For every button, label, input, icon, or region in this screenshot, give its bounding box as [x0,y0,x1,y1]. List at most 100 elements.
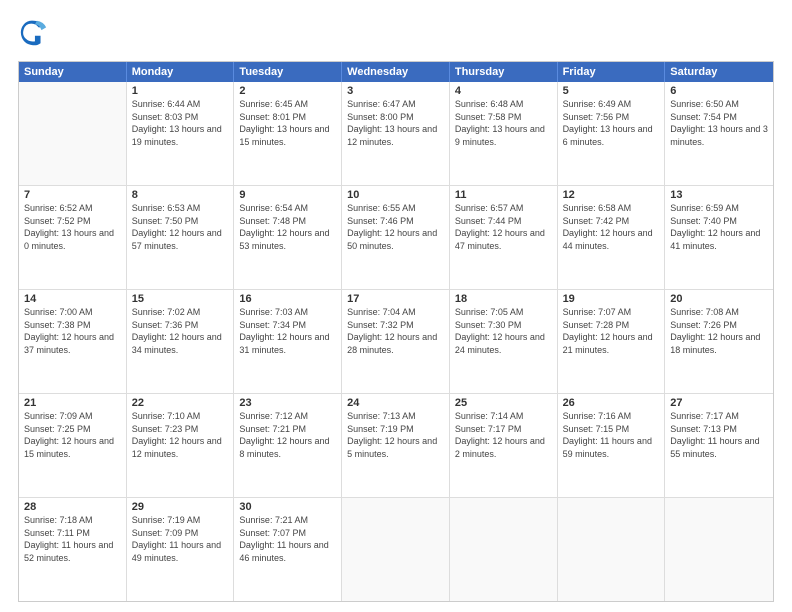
calendar-cell: 11Sunrise: 6:57 AMSunset: 7:44 PMDayligh… [450,186,558,289]
day-number: 23 [239,397,336,409]
day-number: 11 [455,189,552,201]
header-cell-saturday: Saturday [665,62,773,82]
calendar-cell: 6Sunrise: 6:50 AMSunset: 7:54 PMDaylight… [665,82,773,185]
day-number: 24 [347,397,444,409]
sun-info: Sunrise: 6:59 AMSunset: 7:40 PMDaylight:… [670,202,768,252]
day-number: 15 [132,293,229,305]
day-number: 9 [239,189,336,201]
calendar-cell [19,82,127,185]
sun-info: Sunrise: 7:16 AMSunset: 7:15 PMDaylight:… [563,410,660,460]
sun-info: Sunrise: 7:21 AMSunset: 7:07 PMDaylight:… [239,514,336,564]
calendar-cell: 1Sunrise: 6:44 AMSunset: 8:03 PMDaylight… [127,82,235,185]
calendar: SundayMondayTuesdayWednesdayThursdayFrid… [18,61,774,602]
calendar-cell: 23Sunrise: 7:12 AMSunset: 7:21 PMDayligh… [234,394,342,497]
calendar-cell: 25Sunrise: 7:14 AMSunset: 7:17 PMDayligh… [450,394,558,497]
day-number: 22 [132,397,229,409]
day-number: 28 [24,501,121,513]
day-number: 7 [24,189,121,201]
calendar-cell: 26Sunrise: 7:16 AMSunset: 7:15 PMDayligh… [558,394,666,497]
sun-info: Sunrise: 7:00 AMSunset: 7:38 PMDaylight:… [24,306,121,356]
day-number: 17 [347,293,444,305]
header-cell-sunday: Sunday [19,62,127,82]
day-number: 25 [455,397,552,409]
sun-info: Sunrise: 6:45 AMSunset: 8:01 PMDaylight:… [239,98,336,148]
day-number: 3 [347,85,444,97]
calendar-cell: 17Sunrise: 7:04 AMSunset: 7:32 PMDayligh… [342,290,450,393]
calendar-body: 1Sunrise: 6:44 AMSunset: 8:03 PMDaylight… [19,82,773,601]
day-number: 16 [239,293,336,305]
sun-info: Sunrise: 6:50 AMSunset: 7:54 PMDaylight:… [670,98,768,148]
day-number: 14 [24,293,121,305]
calendar-cell: 13Sunrise: 6:59 AMSunset: 7:40 PMDayligh… [665,186,773,289]
calendar-cell [665,498,773,601]
calendar-cell [558,498,666,601]
calendar-cell: 5Sunrise: 6:49 AMSunset: 7:56 PMDaylight… [558,82,666,185]
sun-info: Sunrise: 7:10 AMSunset: 7:23 PMDaylight:… [132,410,229,460]
calendar-cell: 8Sunrise: 6:53 AMSunset: 7:50 PMDaylight… [127,186,235,289]
sun-info: Sunrise: 6:48 AMSunset: 7:58 PMDaylight:… [455,98,552,148]
calendar-cell: 28Sunrise: 7:18 AMSunset: 7:11 PMDayligh… [19,498,127,601]
calendar-cell: 10Sunrise: 6:55 AMSunset: 7:46 PMDayligh… [342,186,450,289]
day-number: 8 [132,189,229,201]
sun-info: Sunrise: 7:05 AMSunset: 7:30 PMDaylight:… [455,306,552,356]
calendar-cell: 9Sunrise: 6:54 AMSunset: 7:48 PMDaylight… [234,186,342,289]
calendar-cell: 21Sunrise: 7:09 AMSunset: 7:25 PMDayligh… [19,394,127,497]
calendar-cell: 7Sunrise: 6:52 AMSunset: 7:52 PMDaylight… [19,186,127,289]
day-number: 6 [670,85,768,97]
header-cell-monday: Monday [127,62,235,82]
sun-info: Sunrise: 7:18 AMSunset: 7:11 PMDaylight:… [24,514,121,564]
day-number: 12 [563,189,660,201]
calendar-cell: 15Sunrise: 7:02 AMSunset: 7:36 PMDayligh… [127,290,235,393]
calendar-cell: 16Sunrise: 7:03 AMSunset: 7:34 PMDayligh… [234,290,342,393]
header-cell-wednesday: Wednesday [342,62,450,82]
calendar-header-row: SundayMondayTuesdayWednesdayThursdayFrid… [19,62,773,82]
header [18,18,774,51]
calendar-week-2: 7Sunrise: 6:52 AMSunset: 7:52 PMDaylight… [19,185,773,289]
sun-info: Sunrise: 7:17 AMSunset: 7:13 PMDaylight:… [670,410,768,460]
day-number: 10 [347,189,444,201]
day-number: 5 [563,85,660,97]
day-number: 2 [239,85,336,97]
day-number: 1 [132,85,229,97]
sun-info: Sunrise: 7:07 AMSunset: 7:28 PMDaylight:… [563,306,660,356]
calendar-cell: 27Sunrise: 7:17 AMSunset: 7:13 PMDayligh… [665,394,773,497]
sun-info: Sunrise: 7:14 AMSunset: 7:17 PMDaylight:… [455,410,552,460]
day-number: 13 [670,189,768,201]
calendar-cell: 18Sunrise: 7:05 AMSunset: 7:30 PMDayligh… [450,290,558,393]
sun-info: Sunrise: 7:08 AMSunset: 7:26 PMDaylight:… [670,306,768,356]
day-number: 27 [670,397,768,409]
day-number: 4 [455,85,552,97]
calendar-cell: 24Sunrise: 7:13 AMSunset: 7:19 PMDayligh… [342,394,450,497]
sun-info: Sunrise: 7:02 AMSunset: 7:36 PMDaylight:… [132,306,229,356]
sun-info: Sunrise: 6:58 AMSunset: 7:42 PMDaylight:… [563,202,660,252]
day-number: 26 [563,397,660,409]
sun-info: Sunrise: 6:53 AMSunset: 7:50 PMDaylight:… [132,202,229,252]
header-cell-thursday: Thursday [450,62,558,82]
sun-info: Sunrise: 7:12 AMSunset: 7:21 PMDaylight:… [239,410,336,460]
day-number: 29 [132,501,229,513]
day-number: 21 [24,397,121,409]
sun-info: Sunrise: 6:55 AMSunset: 7:46 PMDaylight:… [347,202,444,252]
calendar-cell: 29Sunrise: 7:19 AMSunset: 7:09 PMDayligh… [127,498,235,601]
logo [18,18,48,51]
sun-info: Sunrise: 6:54 AMSunset: 7:48 PMDaylight:… [239,202,336,252]
calendar-week-1: 1Sunrise: 6:44 AMSunset: 8:03 PMDaylight… [19,82,773,185]
calendar-week-5: 28Sunrise: 7:18 AMSunset: 7:11 PMDayligh… [19,497,773,601]
calendar-cell: 2Sunrise: 6:45 AMSunset: 8:01 PMDaylight… [234,82,342,185]
calendar-week-3: 14Sunrise: 7:00 AMSunset: 7:38 PMDayligh… [19,289,773,393]
calendar-cell: 20Sunrise: 7:08 AMSunset: 7:26 PMDayligh… [665,290,773,393]
sun-info: Sunrise: 7:09 AMSunset: 7:25 PMDaylight:… [24,410,121,460]
calendar-week-4: 21Sunrise: 7:09 AMSunset: 7:25 PMDayligh… [19,393,773,497]
sun-info: Sunrise: 6:44 AMSunset: 8:03 PMDaylight:… [132,98,229,148]
sun-info: Sunrise: 6:47 AMSunset: 8:00 PMDaylight:… [347,98,444,148]
day-number: 30 [239,501,336,513]
calendar-cell: 12Sunrise: 6:58 AMSunset: 7:42 PMDayligh… [558,186,666,289]
sun-info: Sunrise: 7:04 AMSunset: 7:32 PMDaylight:… [347,306,444,356]
sun-info: Sunrise: 6:52 AMSunset: 7:52 PMDaylight:… [24,202,121,252]
sun-info: Sunrise: 6:57 AMSunset: 7:44 PMDaylight:… [455,202,552,252]
calendar-cell: 19Sunrise: 7:07 AMSunset: 7:28 PMDayligh… [558,290,666,393]
calendar-cell: 22Sunrise: 7:10 AMSunset: 7:23 PMDayligh… [127,394,235,497]
header-cell-friday: Friday [558,62,666,82]
day-number: 19 [563,293,660,305]
calendar-cell: 14Sunrise: 7:00 AMSunset: 7:38 PMDayligh… [19,290,127,393]
